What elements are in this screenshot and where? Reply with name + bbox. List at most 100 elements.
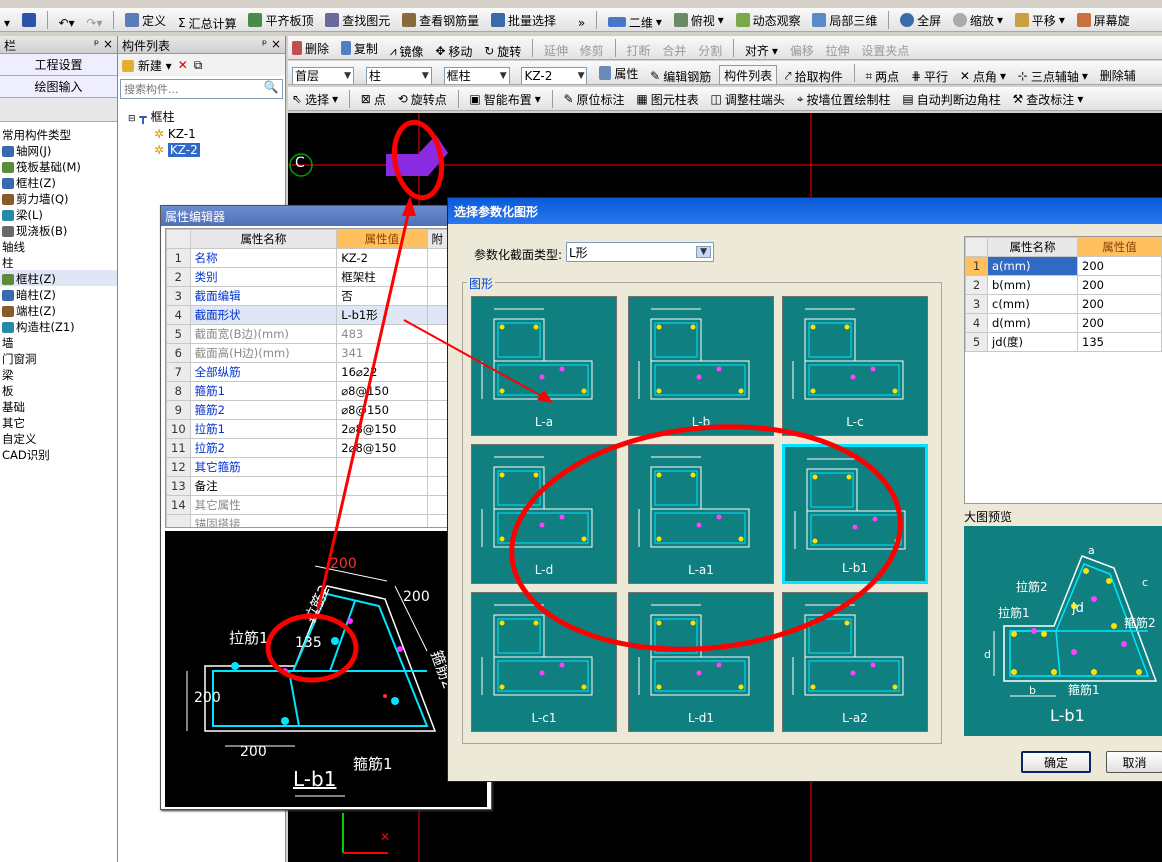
column-table-button[interactable]: ▦ 图元柱表 bbox=[632, 88, 702, 110]
search-icon[interactable]: 🔍 bbox=[260, 80, 282, 98]
point-angle-button[interactable]: ✕ 点角 ▾ bbox=[956, 65, 1010, 84]
sidebar-tree-item[interactable]: 轴线 bbox=[0, 238, 117, 254]
dialog-titlebar[interactable]: 选择参数化图形 bbox=[448, 198, 1162, 224]
split-button[interactable]: 分割 bbox=[694, 40, 726, 60]
close-icon[interactable]: ᵖ × bbox=[262, 37, 281, 52]
property-row[interactable]: 12 其它箍筋 bbox=[166, 457, 448, 477]
property-row[interactable]: 9 箍筋2 ⌀8@150 bbox=[166, 400, 448, 420]
sidebar-tree-item[interactable]: 门窗洞 bbox=[0, 350, 117, 366]
draw-by-wall-button[interactable]: ⌖ 按墙位置绘制柱 bbox=[793, 89, 895, 111]
shape-thumb-l-a1[interactable]: L-a1 bbox=[628, 444, 774, 584]
set-grip-button[interactable]: 设置夹点 bbox=[857, 40, 913, 60]
align-slab-top-button[interactable]: 平齐板顶 bbox=[244, 9, 317, 31]
sidebar-tree-item[interactable]: 现浇板(B) bbox=[0, 222, 117, 238]
undo-icon[interactable]: ↶▾ bbox=[55, 12, 79, 31]
pick-component-button[interactable]: ⤤ 拾取构件 bbox=[781, 66, 847, 84]
local-3d-button[interactable]: 局部三维 bbox=[808, 9, 881, 31]
project-settings-button[interactable]: 工程设置 bbox=[0, 54, 117, 76]
cancel-button[interactable]: 取消 bbox=[1106, 751, 1162, 773]
move-button[interactable]: ✥ 移动 bbox=[431, 40, 476, 59]
tree-root-framecol[interactable]: ⊟ ┳ 框柱 bbox=[128, 108, 285, 125]
sidebar-tree-item[interactable]: 框柱(Z) bbox=[0, 174, 117, 190]
element-type-select[interactable]: 柱 ▼ bbox=[365, 66, 432, 84]
drawing-input-button[interactable]: 绘图输入 bbox=[0, 76, 117, 98]
shape-thumb-l-c1[interactable]: L-c1 bbox=[471, 592, 617, 732]
delete-button[interactable]: 删除 bbox=[288, 37, 333, 59]
more-chevron-icon[interactable]: » bbox=[574, 12, 589, 31]
property-row[interactable]: 14 其它属性 bbox=[166, 495, 448, 515]
rotate-button[interactable]: ↻ 旋转 bbox=[480, 40, 525, 59]
offset-button[interactable]: 偏移 bbox=[786, 40, 818, 60]
sidebar-tree-item[interactable]: 常用构件类型 bbox=[0, 126, 117, 142]
zoom-button[interactable]: 缩放 ▾ bbox=[949, 9, 1007, 31]
property-row[interactable]: 11 拉筋2 2⌀8@150 bbox=[166, 438, 448, 458]
subtype-select[interactable]: 框柱 ▼ bbox=[443, 66, 510, 84]
auto-corner-button[interactable]: ▤ 自动判断边角柱 bbox=[898, 88, 1004, 110]
new-component-button[interactable]: 新建 ▾ bbox=[122, 57, 172, 74]
param-row[interactable]: 4 d(mm) 200 bbox=[965, 313, 1162, 333]
param-row[interactable]: 1 a(mm) 200 bbox=[965, 256, 1162, 276]
sidebar-tree-item[interactable]: 筏板基础(M) bbox=[0, 158, 117, 174]
property-row[interactable]: 1 名称 KZ-2 bbox=[166, 248, 448, 268]
property-row[interactable]: 4 截面形状 L-b1形 bbox=[166, 305, 448, 325]
redo-icon[interactable]: ↷▾ bbox=[82, 12, 106, 31]
sidebar-tree-item[interactable]: 柱 bbox=[0, 254, 117, 270]
dynamic-view-button[interactable]: 动态观察 bbox=[732, 9, 805, 31]
sidebar-tree-item[interactable]: 基础 bbox=[0, 398, 117, 414]
copy-button[interactable]: 复制 bbox=[337, 37, 382, 59]
merge-button[interactable]: 合并 bbox=[658, 40, 690, 60]
properties-button[interactable]: 属性 bbox=[595, 62, 642, 84]
edit-rebar-button[interactable]: ✎ 编辑钢筋 bbox=[646, 65, 715, 84]
summary-calc-button[interactable]: Σ 汇总计算 bbox=[174, 12, 241, 31]
point-button[interactable]: ⊠ 点 bbox=[357, 88, 390, 110]
trim-button[interactable]: 修剪 bbox=[576, 40, 608, 60]
stretch-button[interactable]: 拉伸 bbox=[822, 40, 854, 60]
property-row[interactable]: 锚固搭接 bbox=[166, 514, 448, 527]
sidebar-tree-item[interactable]: 构造柱(Z1) bbox=[0, 318, 117, 334]
shape-thumb-l-b1[interactable]: L-b1 bbox=[782, 444, 928, 584]
sidebar-tree-item[interactable]: 框柱(Z) bbox=[0, 270, 117, 286]
shape-thumb-l-a[interactable]: L-a bbox=[471, 296, 617, 436]
param-row[interactable]: 3 c(mm) 200 bbox=[965, 294, 1162, 314]
property-row[interactable]: 2 类别 框架柱 bbox=[166, 267, 448, 287]
select-button[interactable]: ⇖ 选择 ▾ bbox=[288, 88, 342, 110]
component-search-input[interactable] bbox=[121, 80, 260, 98]
component-item-kz1[interactable]: ✲ KZ-1 bbox=[128, 127, 285, 141]
component-select[interactable]: KZ-2 ▼ bbox=[521, 67, 588, 84]
sidebar-tree-item[interactable]: 梁 bbox=[0, 366, 117, 382]
sidebar-tree-item[interactable]: 轴网(J) bbox=[0, 142, 117, 158]
component-item-kz2[interactable]: ✲ KZ-2 bbox=[128, 143, 285, 157]
shape-thumb-l-c[interactable]: L-c bbox=[782, 296, 928, 436]
delete-aux-button[interactable]: 删除辅 bbox=[1096, 65, 1140, 85]
find-element-button[interactable]: 查找图元 bbox=[321, 9, 394, 31]
ok-button[interactable]: 确定 bbox=[1021, 751, 1091, 773]
sidebar-tree-item[interactable]: 剪力墙(Q) bbox=[0, 190, 117, 206]
pin-icon[interactable]: ᵖ × bbox=[94, 37, 113, 52]
sidebar-tree-item[interactable]: 自定义 bbox=[0, 430, 117, 446]
align-button[interactable]: 对齐 ▾ bbox=[741, 40, 782, 60]
break-button[interactable]: 打断 bbox=[622, 40, 654, 60]
sidebar-tree-item[interactable]: 端柱(Z) bbox=[0, 302, 117, 318]
rotate-point-button[interactable]: ⟲ 旋转点 bbox=[394, 88, 451, 110]
delete-icon[interactable]: ✕ bbox=[178, 58, 188, 72]
inplace-label-button[interactable]: ✎ 原位标注 bbox=[559, 88, 628, 110]
sidebar-tree-item[interactable]: CAD识别 bbox=[0, 446, 117, 462]
sidebar-tree-item[interactable]: 梁(L) bbox=[0, 206, 117, 222]
view-rebar-button[interactable]: 查看钢筋量 bbox=[398, 9, 483, 31]
two-point-button[interactable]: ⌗ 两点 bbox=[861, 66, 903, 84]
property-row[interactable]: 7 全部纵筋 16⌀22 bbox=[166, 362, 448, 382]
property-row[interactable]: 3 截面编辑否 bbox=[166, 286, 448, 306]
shape-thumb-l-b[interactable]: L-b bbox=[628, 296, 774, 436]
shape-thumb-l-a2[interactable]: L-a2 bbox=[782, 592, 928, 732]
define-button[interactable]: 定义 bbox=[121, 9, 170, 31]
pan-button[interactable]: 平移 ▾ bbox=[1011, 9, 1069, 31]
extend-button[interactable]: 延伸 bbox=[540, 40, 572, 60]
dropdown-arrow[interactable]: ▾ bbox=[0, 12, 14, 31]
section-type-select[interactable]: L形 ▼ bbox=[566, 242, 714, 262]
sidebar-tree-item[interactable]: 其它 bbox=[0, 414, 117, 430]
component-list-button[interactable]: 构件列表 bbox=[719, 64, 778, 84]
copy-icon[interactable]: ⧉ bbox=[194, 58, 203, 73]
property-row[interactable]: 13 备注 bbox=[166, 476, 448, 496]
batch-select-button[interactable]: 批量选择 bbox=[487, 9, 560, 31]
param-row[interactable]: 5 jd(度) 135 bbox=[965, 332, 1162, 352]
